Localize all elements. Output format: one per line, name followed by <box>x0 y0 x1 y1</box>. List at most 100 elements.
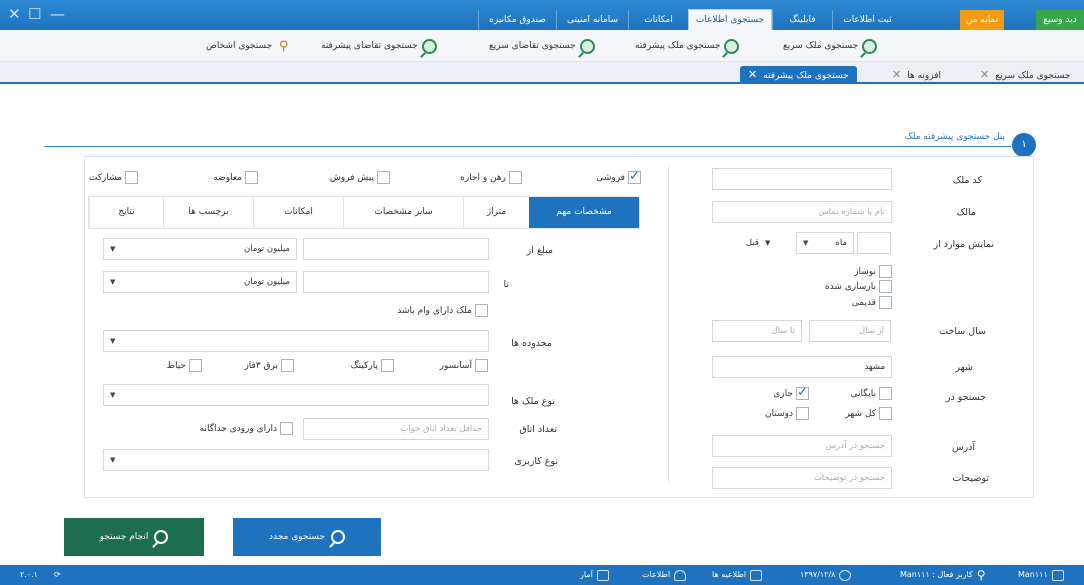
checkbox[interactable] <box>377 171 390 184</box>
perform-search-button[interactable]: انجام جستجو <box>64 518 204 556</box>
amenity-parking[interactable]: پارکینگ <box>351 359 394 372</box>
checkbox[interactable] <box>189 359 202 372</box>
tab-area[interactable]: متراژ <box>463 197 529 228</box>
checkbox[interactable] <box>281 359 294 372</box>
checkbox[interactable] <box>381 359 394 372</box>
checkbox[interactable] <box>879 280 892 293</box>
status-archive[interactable]: آمار <box>580 568 609 582</box>
doc-tab-addons[interactable]: ✕ افزونه ها <box>892 66 941 84</box>
year-label: سال ساخت <box>939 326 986 337</box>
maximize-icon[interactable]: ☐ <box>28 5 41 23</box>
loan-checkbox[interactable]: ملک دارای وام باشد <box>397 304 488 317</box>
sub-quick-property-search[interactable]: جستجوی ملک سریع <box>783 37 878 55</box>
checkbox[interactable] <box>475 359 488 372</box>
sub-label: جستجوی ملک پیشرفته <box>635 41 721 51</box>
tab-results[interactable]: نتایج <box>89 197 163 228</box>
owner-input[interactable]: نام یا شماره تماس <box>712 201 892 223</box>
checkbox[interactable] <box>879 387 892 400</box>
megaphone-icon <box>750 569 763 581</box>
menu-tab-record-info[interactable]: ثبت اطلاعات <box>832 10 902 30</box>
sub-quick-request-search[interactable]: جستجوی تقاضای سریع <box>489 37 595 55</box>
menu-tab-features[interactable]: امکانات <box>628 10 688 30</box>
amenity-yard[interactable]: حیاط <box>167 359 202 372</box>
menu-tab-mechanized-fund[interactable]: صندوق مکانیزه <box>478 10 556 30</box>
close-icon[interactable]: ✕ <box>980 68 989 81</box>
sub-advanced-request-search[interactable]: جستجوی تقاضای پیشرفته <box>321 37 437 55</box>
sub-person-search[interactable]: جستجوی اشخاص ⚲ <box>206 37 291 55</box>
new-search-button[interactable]: جستجوی مجدد <box>233 518 381 556</box>
deal-exchange-checkbox[interactable]: معاوضه <box>213 171 258 184</box>
deal-label: معاوضه <box>213 172 242 183</box>
search-in-friends[interactable]: دوستان <box>765 407 809 420</box>
deal-partnership-checkbox[interactable]: مشارکت <box>89 171 138 184</box>
description-input[interactable]: جستجو در توضیحات <box>712 467 892 489</box>
deal-label: پیش فروش <box>329 172 374 183</box>
sub-advanced-property-search[interactable]: جستجوی ملک پیشرفته <box>635 37 740 55</box>
close-icon[interactable]: ✕ <box>748 68 757 81</box>
amount-from-input[interactable] <box>303 238 489 260</box>
deal-presale-checkbox[interactable]: پیش فروش <box>330 171 390 184</box>
age-old-checkbox[interactable]: قدیمی <box>852 296 892 309</box>
deal-sale-checkbox[interactable]: فروشی <box>596 169 641 184</box>
address-input[interactable]: جستجو در آدرس <box>712 435 892 457</box>
refresh-icon[interactable]: ⟳ <box>54 568 61 582</box>
menu-tab-security[interactable]: سامانه امنیتی <box>556 10 628 30</box>
sub-label: جستجوی ملک سریع <box>783 41 859 51</box>
menu-tab-my-profile[interactable]: نمایه من <box>960 10 1004 30</box>
menu-tab-filing[interactable]: فایلینگ <box>772 10 832 30</box>
tab-tags[interactable]: برچسب ها <box>163 197 253 228</box>
checkbox[interactable] <box>280 422 293 435</box>
separate-entry-checkbox[interactable]: دارای ورودی جداگانه <box>200 422 293 435</box>
close-icon[interactable]: ✕ <box>8 5 21 23</box>
checkbox[interactable] <box>796 407 809 420</box>
show-unit-select[interactable]: ▼ ماه <box>796 232 854 254</box>
document-tabs: ✕ جستجوی ملک پیشرفته ✕ افزونه ها ✕ جستجوی م… <box>0 62 1084 84</box>
status-user[interactable]: Man۱۱۱ : کاربر فعال ⚲ <box>900 568 986 582</box>
search-in-current[interactable]: جاری <box>773 385 809 400</box>
minimize-icon[interactable]: — <box>50 5 65 23</box>
city-input[interactable]: مشهد <box>712 356 892 378</box>
age-renovated-checkbox[interactable]: بازسازی شده <box>825 280 892 293</box>
age-new-checkbox[interactable]: نوساز <box>854 265 892 278</box>
doc-tab-advanced-search[interactable]: ✕ جستجوی ملک پیشرفته <box>740 66 857 84</box>
status-info[interactable]: اطلاعات <box>642 568 687 582</box>
menu-tab-search-info[interactable]: جستجوی اطلاعات <box>688 9 772 30</box>
code-input[interactable] <box>712 168 892 190</box>
doc-tab-quick-search[interactable]: ✕ جستجوی ملک سریع <box>980 66 1070 84</box>
checkbox[interactable] <box>879 265 892 278</box>
status-bar: ۲.۰.۱ ⟳ آمار اطلاعات اطلاعیه ها ۱۳۹۷/۱۲/… <box>0 565 1084 585</box>
amenity-elevator[interactable]: آسانسور <box>440 359 488 372</box>
tab-other-specs[interactable]: سایر مشخصات <box>343 197 463 228</box>
checkbox-checked[interactable] <box>628 169 641 184</box>
amount-to-input[interactable] <box>303 271 489 293</box>
status-notices[interactable]: اطلاعیه ها <box>712 568 763 582</box>
show-before-select[interactable]: ▼ قبل <box>732 232 792 254</box>
tab-key-specs[interactable]: مشخصات مهم <box>529 197 639 228</box>
areas-select[interactable]: ▼ <box>103 330 489 352</box>
tab-features[interactable]: امکانات <box>253 197 343 228</box>
rooms-input[interactable]: حداقل تعداد اتاق خواب <box>303 418 489 440</box>
checkbox[interactable] <box>245 171 258 184</box>
year-to-input[interactable]: تا سال <box>712 320 802 342</box>
new-search-label: جستجوی مجدد <box>268 532 326 542</box>
currency-to-select[interactable]: ▼ میلیون تومان <box>103 271 297 293</box>
checkbox[interactable] <box>879 296 892 309</box>
currency-from-select[interactable]: ▼ میلیون تومان <box>103 238 297 260</box>
menu-tab-wide-view[interactable]: دید وسیع <box>1036 10 1084 30</box>
search-in-whole-city[interactable]: کل شهر <box>845 407 892 420</box>
checkbox[interactable] <box>879 407 892 420</box>
usage-select[interactable]: ▼ <box>103 449 489 471</box>
show-count-input[interactable] <box>857 232 891 254</box>
sub-label: جستجوی اشخاص <box>206 41 273 51</box>
search-in-archive[interactable]: بایگانی <box>851 387 892 400</box>
panel-number: ۱ <box>1012 133 1036 157</box>
amenity-3phase[interactable]: برق ۳فاز <box>244 359 294 372</box>
close-icon[interactable]: ✕ <box>892 68 901 81</box>
year-from-input[interactable]: از سال <box>809 320 891 342</box>
property-type-select[interactable]: ▼ <box>103 384 489 406</box>
checkbox-checked[interactable] <box>796 385 809 400</box>
deal-rent-checkbox[interactable]: رهن و اجاره <box>460 171 522 184</box>
checkbox[interactable] <box>475 304 488 317</box>
checkbox[interactable] <box>509 171 522 184</box>
checkbox[interactable] <box>125 171 138 184</box>
